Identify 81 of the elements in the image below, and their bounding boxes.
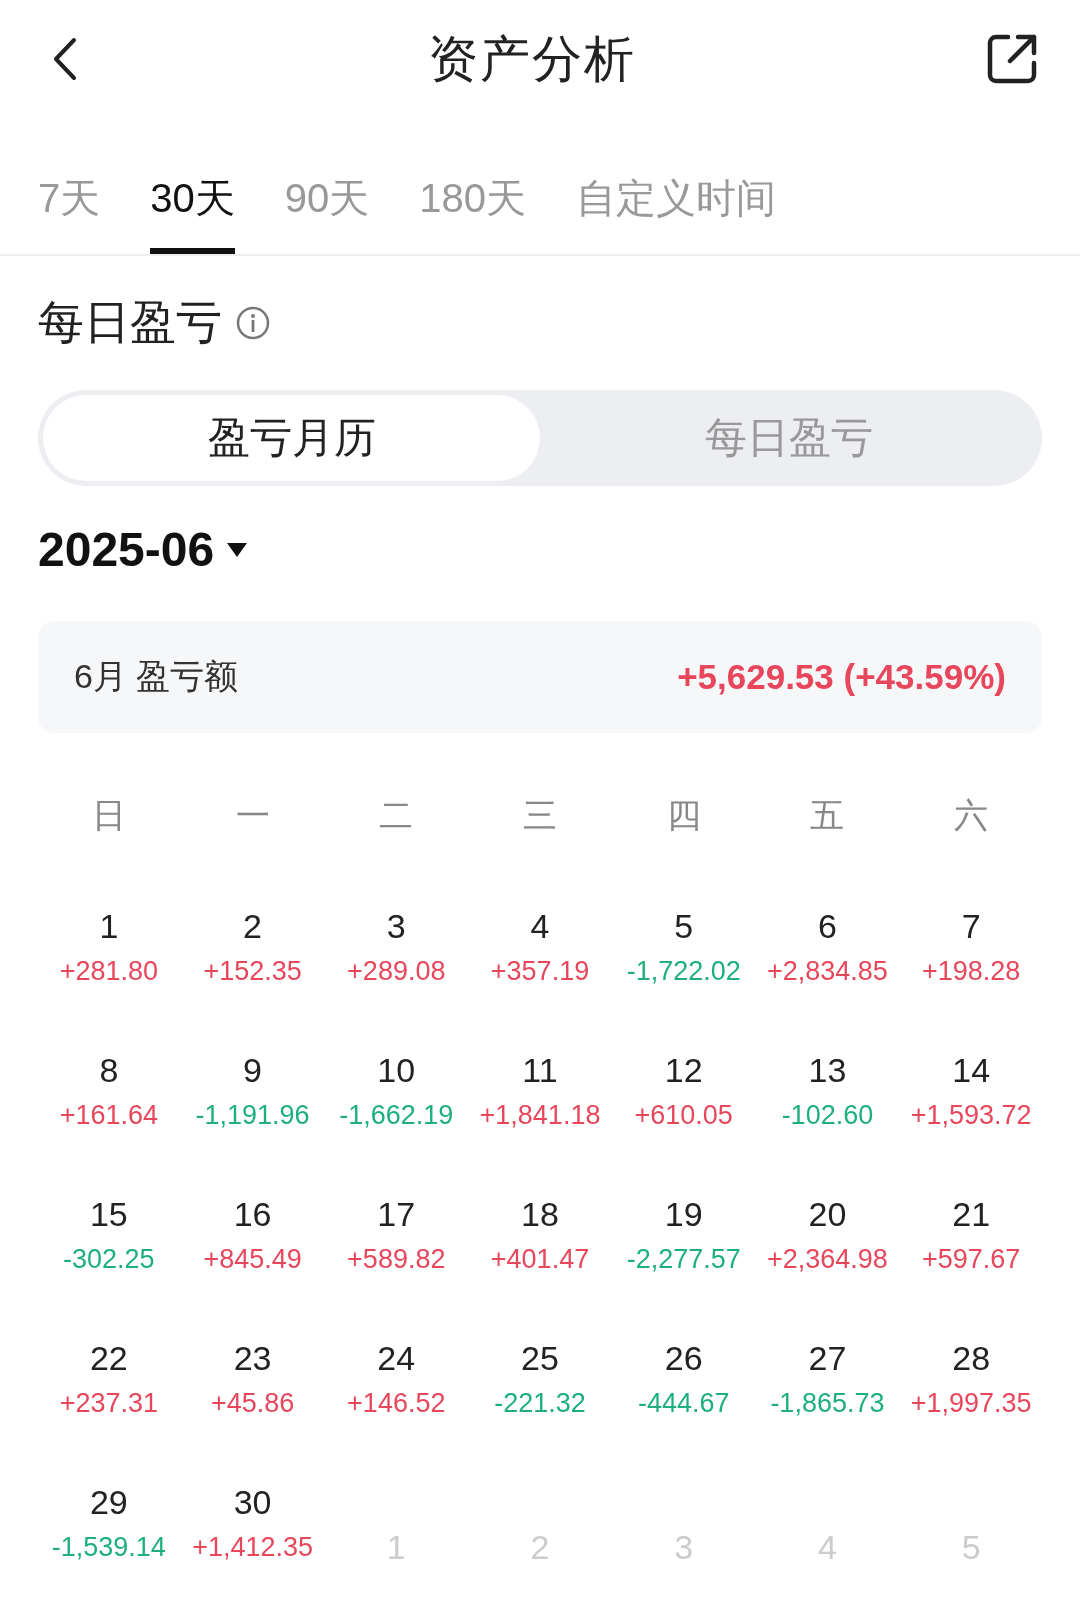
- period-tab[interactable]: 30天: [150, 118, 235, 254]
- day-profit: -102.60: [781, 1100, 874, 1131]
- day-profit: +45.86: [210, 1388, 295, 1419]
- day-profit: +610.05: [634, 1100, 733, 1131]
- weekday-label: 五: [809, 795, 846, 836]
- day-number: 29: [89, 1483, 128, 1522]
- day-number: 26: [664, 1339, 703, 1378]
- day-number: 22: [89, 1339, 128, 1378]
- day-number: 24: [377, 1339, 416, 1378]
- day-number: 9: [243, 1051, 262, 1090]
- month-picker[interactable]: 2025-06: [38, 522, 249, 577]
- section-title: 每日盈亏: [38, 295, 222, 350]
- day-profit: +357.19: [490, 956, 590, 987]
- day-number: 1: [99, 907, 119, 946]
- weekday-label: 日: [90, 795, 127, 836]
- day-profit: +152.35: [203, 956, 302, 987]
- day-profit: -2,277.57: [626, 1244, 741, 1275]
- day-profit: +237.31: [59, 1388, 159, 1419]
- day-number: 10: [377, 1051, 416, 1090]
- page-title: 资产分析: [428, 29, 636, 89]
- day-profit: -1,539.14: [51, 1532, 166, 1563]
- day-number: 20: [808, 1195, 847, 1234]
- day-number: 4: [530, 907, 550, 946]
- day-number: 3: [386, 907, 406, 946]
- day-number: 25: [521, 1339, 559, 1378]
- weekday-label: 四: [665, 795, 702, 836]
- day-number: 6: [817, 907, 837, 946]
- day-profit: +1,412.35: [192, 1532, 313, 1563]
- summary-value: +5,629.53 (+43.59%): [677, 657, 1006, 697]
- day-number: 18: [521, 1195, 559, 1234]
- day-profit: +2,364.98: [767, 1244, 888, 1275]
- day-profit: +198.28: [921, 956, 1021, 987]
- day-number: 17: [377, 1195, 416, 1234]
- caret-icon: [226, 541, 249, 558]
- day-number: 27: [808, 1339, 847, 1378]
- day-profit: +146.52: [347, 1388, 446, 1419]
- day-profit: -1,722.02: [626, 956, 741, 987]
- view-option[interactable]: 盈亏月历: [43, 395, 540, 481]
- day-number: 30: [233, 1483, 272, 1522]
- day-number: 12: [664, 1051, 703, 1090]
- period-tab[interactable]: 90天: [284, 118, 370, 254]
- day-number: 16: [233, 1195, 272, 1234]
- view-option[interactable]: 每日盈亏: [540, 395, 1037, 481]
- period-tab[interactable]: 自定义时间: [576, 118, 776, 254]
- day-number: 2: [243, 907, 262, 946]
- day-profit: +1,841.18: [479, 1100, 601, 1131]
- day-profit: +289.08: [347, 956, 446, 987]
- day-number: 11: [522, 1051, 558, 1090]
- day-profit: +1,997.35: [910, 1388, 1032, 1419]
- day-number: 19: [664, 1195, 703, 1234]
- day-profit: +281.80: [59, 956, 159, 987]
- day-profit: +401.47: [490, 1244, 590, 1275]
- day-profit: -444.67: [637, 1388, 730, 1419]
- weekday-label: 三: [522, 795, 558, 836]
- day-number: 15: [89, 1195, 128, 1234]
- day-number: 28: [952, 1339, 991, 1378]
- day-number: 8: [99, 1051, 119, 1090]
- day-number: 23: [233, 1339, 272, 1378]
- day-number: 5: [674, 907, 694, 946]
- day-number: 13: [808, 1051, 847, 1090]
- day-profit: +161.64: [59, 1100, 159, 1131]
- day-profit: -1,865.73: [770, 1388, 885, 1419]
- day-profit: +845.49: [203, 1244, 302, 1275]
- day-number: 7: [961, 907, 981, 946]
- weekday-label: 一: [234, 795, 271, 836]
- day-profit: -1,191.96: [195, 1100, 310, 1131]
- day-profit: +589.82: [347, 1244, 446, 1275]
- day-profit: -302.25: [63, 1244, 155, 1275]
- day-number: 14: [952, 1051, 991, 1090]
- day-profit: -1,662.19: [339, 1100, 454, 1131]
- weekday-label: 二: [378, 795, 415, 836]
- info-icon[interactable]: [236, 306, 270, 340]
- day-profit: -221.32: [494, 1388, 586, 1419]
- period-tab[interactable]: 7天: [38, 118, 101, 254]
- weekday-label: 六: [953, 795, 990, 836]
- day-profit: +597.67: [921, 1244, 1021, 1275]
- day-number: 21: [952, 1195, 991, 1234]
- summary-label: 6月 盈亏额: [74, 656, 239, 697]
- period-tab[interactable]: 180天: [419, 118, 526, 254]
- day-profit: +2,834.85: [767, 956, 888, 987]
- day-profit: +1,593.72: [910, 1100, 1032, 1131]
